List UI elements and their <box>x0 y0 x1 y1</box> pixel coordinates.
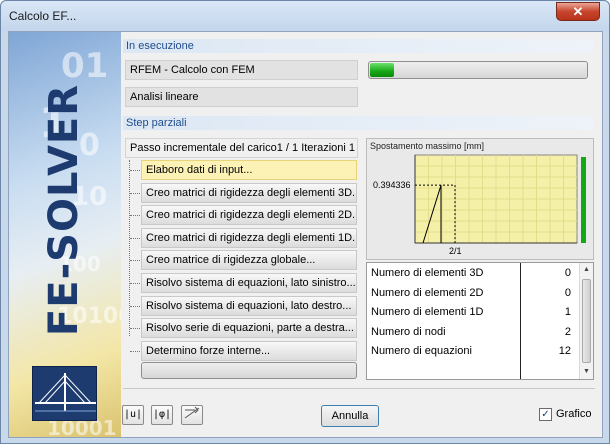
stats-scrollbar[interactable]: ▲ ▼ <box>579 263 593 379</box>
tree-branch <box>130 170 140 171</box>
steps-header: Passo incrementale del carico1 / 1 Itera… <box>125 138 358 158</box>
scroll-up-icon[interactable]: ▲ <box>580 263 593 277</box>
stat-label: Numero di equazioni <box>371 345 472 357</box>
step-item: Risolvo sistema di equazioni, lato destr… <box>141 295 357 316</box>
tree-branch <box>130 215 140 217</box>
window-title: Calcolo EF... <box>9 9 77 23</box>
fe-solver-banner: 01 1 0 10 101000 100 10001 FE-SOLVER <box>9 32 121 437</box>
step-progress-bar <box>141 362 357 379</box>
displacement-chart-panel: Spostamento massimo [mm] 0.394336 2/1 <box>366 138 594 260</box>
tree-branch <box>130 260 140 262</box>
rotation-phi-button[interactable]: |φ| <box>151 405 173 425</box>
stat-value: 0 <box>564 267 571 279</box>
table-row: Numero di elementi 2D 0 <box>371 285 579 304</box>
displacement-u-button[interactable]: |u| <box>122 405 144 425</box>
stat-label: Numero di nodi <box>371 325 446 338</box>
tree-branch <box>130 305 140 307</box>
steps-group-title: Step parziali <box>123 116 593 130</box>
step-item: Determino forze interne... <box>141 340 357 361</box>
title-bar: Calcolo EF... ✕ <box>1 1 609 31</box>
dialog-content: 01 1 0 10 101000 100 10001 FE-SOLVER <box>8 31 603 438</box>
step-item: Creo matrice di rigidezza globale... <box>141 250 357 271</box>
main-progress-fill <box>370 63 395 77</box>
stat-label: Numero di elementi 2D <box>371 286 484 299</box>
stat-value: 1 <box>564 306 571 318</box>
scroll-down-icon[interactable]: ▼ <box>580 365 593 379</box>
main-progress-bar <box>368 61 588 79</box>
calcolo-ef-dialog: Calcolo EF... ✕ 01 1 0 10 101000 100 100… <box>0 0 610 444</box>
deformation-icon-button[interactable] <box>181 405 203 425</box>
table-row: Numero di elementi 3D 0 <box>371 265 579 284</box>
stats-table: Numero di elementi 3D 0 Numero di elementi… <box>366 262 594 380</box>
analysis-type: Analisi lineare <box>125 87 358 107</box>
step-item: Risolvo sistema di equazioni, lato sinis… <box>141 273 357 293</box>
graph-label: Grafico <box>556 408 592 420</box>
table-row: Numero di nodi 2 <box>371 324 579 343</box>
table-row: Numero di equazioni 12 <box>371 343 579 362</box>
step-item: Elaboro dati di input... <box>141 160 357 180</box>
bridge-logo <box>32 366 97 421</box>
displacement-chart: 0.394336 2/1 <box>373 154 586 256</box>
close-button[interactable]: ✕ <box>556 2 600 21</box>
x-tick-label: 2/1 <box>449 246 462 256</box>
step-item: Creo matrici di rigidezza degli elementi… <box>141 205 357 226</box>
stat-value: 12 <box>558 345 571 357</box>
graph-checkbox[interactable]: ✓ <box>539 408 552 421</box>
chart-level-bar <box>581 157 586 243</box>
bridge-icon <box>35 373 96 412</box>
stat-value: 0 <box>564 286 571 299</box>
tree-branch <box>130 283 140 284</box>
fe-solver-text: FE-SOLVER <box>41 83 87 337</box>
step-item: Risolvo serie di equazioni, parte a dest… <box>141 318 357 339</box>
tree-connector <box>129 160 130 336</box>
stat-value: 2 <box>564 325 571 338</box>
running-task: RFEM - Calcolo con FEM <box>125 60 358 80</box>
cancel-button[interactable]: Annulla <box>321 405 379 427</box>
deformation-icon <box>184 406 200 419</box>
stat-label: Numero di elementi 3D <box>371 267 484 279</box>
table-row: Numero di elementi 1D 1 <box>371 304 579 323</box>
tree-branch <box>130 328 140 330</box>
y-value-label: 0.394336 <box>373 180 411 190</box>
footer-divider <box>123 388 595 389</box>
stat-label: Numero di elementi 1D <box>371 306 484 318</box>
tree-branch <box>130 192 140 194</box>
scroll-thumb[interactable] <box>582 279 591 363</box>
running-group-title: In esecuzione <box>123 39 593 53</box>
step-item: Creo matrici di rigidezza degli elementi… <box>141 182 357 203</box>
step-item: Creo matrici di rigidezza degli elementi… <box>141 227 357 248</box>
tree-branch <box>130 237 140 239</box>
tree-branch <box>130 350 140 352</box>
